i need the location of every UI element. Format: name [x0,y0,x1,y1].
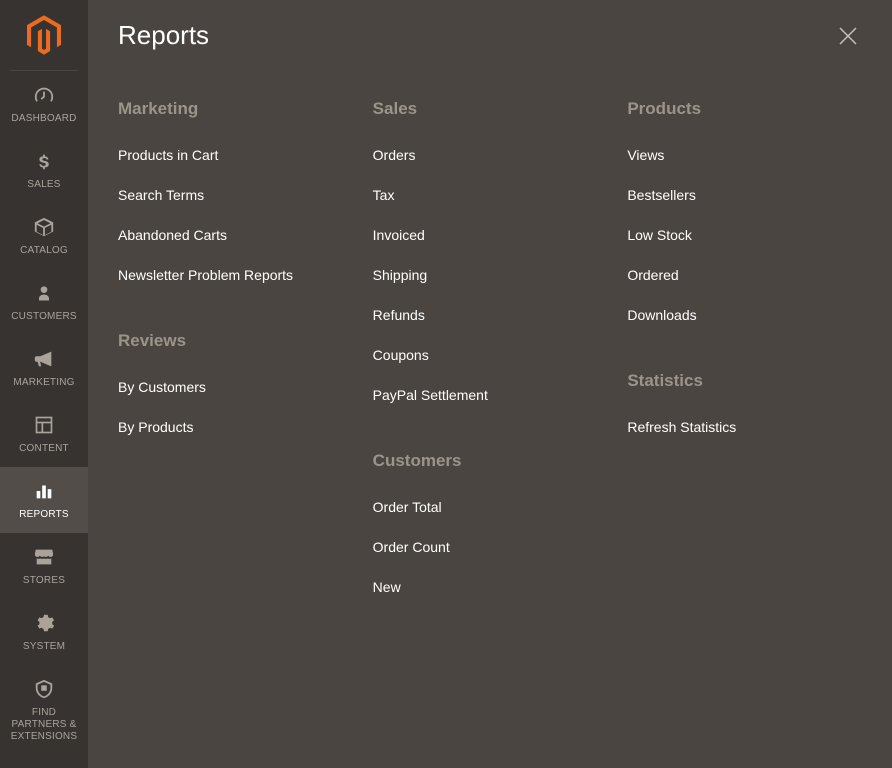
sidebar-item-partners[interactable]: FIND PARTNERS & EXTENSIONS [0,665,88,755]
megaphone-icon [32,347,56,371]
link-new[interactable]: New [373,579,608,595]
sidebar-item-catalog[interactable]: CATALOG [0,203,88,269]
link-downloads[interactable]: Downloads [627,307,862,323]
sidebar-label: CUSTOMERS [7,311,81,323]
magento-logo-icon [27,15,61,55]
gear-icon [32,611,56,635]
link-low-stock[interactable]: Low Stock [627,227,862,243]
link-paypal-settlement[interactable]: PayPal Settlement [373,387,608,403]
sidebar-label: SALES [23,179,64,191]
sidebar-label: FIND PARTNERS & EXTENSIONS [0,707,88,743]
link-refresh-statistics[interactable]: Refresh Statistics [627,419,862,435]
section-customers: Customers Order Total Order Count New [373,451,608,595]
panel-column-3: Products Views Bestsellers Low Stock Ord… [627,99,862,619]
dollar-icon [32,149,56,173]
link-orders[interactable]: Orders [373,147,608,163]
close-icon [839,27,857,45]
sidebar-label: MARKETING [9,377,78,389]
panel-column-1: Marketing Products in Cart Search Terms … [118,99,353,619]
link-by-products[interactable]: By Products [118,419,353,435]
puzzle-icon [32,677,56,701]
section-heading: Sales [373,99,608,119]
sidebar-label: CONTENT [15,443,73,455]
link-ordered[interactable]: Ordered [627,267,862,283]
link-bestsellers[interactable]: Bestsellers [627,187,862,203]
sidebar-item-stores[interactable]: STORES [0,533,88,599]
person-icon [32,281,56,305]
section-heading: Products [627,99,862,119]
bar-chart-icon [32,479,56,503]
panel-title: Reports [118,20,209,51]
sidebar-item-marketing[interactable]: MARKETING [0,335,88,401]
sidebar-label: STORES [19,575,69,587]
sidebar-item-content[interactable]: CONTENT [0,401,88,467]
section-reviews: Reviews By Customers By Products [118,331,353,435]
storefront-icon [32,545,56,569]
section-sales: Sales Orders Tax Invoiced Shipping Refun… [373,99,608,403]
link-shipping[interactable]: Shipping [373,267,608,283]
link-order-count[interactable]: Order Count [373,539,608,555]
link-tax[interactable]: Tax [373,187,608,203]
panel-header: Reports [88,0,892,69]
panel-columns: Marketing Products in Cart Search Terms … [88,69,892,619]
sidebar-label: REPORTS [15,509,73,521]
link-search-terms[interactable]: Search Terms [118,187,353,203]
sidebar-item-reports[interactable]: REPORTS [0,467,88,533]
reports-panel: Reports Marketing Products in Cart Searc… [88,0,892,768]
box-icon [32,215,56,239]
gauge-icon [32,83,56,107]
sidebar-item-system[interactable]: SYSTEM [0,599,88,665]
link-refunds[interactable]: Refunds [373,307,608,323]
section-heading: Customers [373,451,608,471]
magento-logo[interactable] [0,0,88,70]
link-abandoned-carts[interactable]: Abandoned Carts [118,227,353,243]
link-coupons[interactable]: Coupons [373,347,608,363]
section-statistics: Statistics Refresh Statistics [627,371,862,435]
sidebar-item-dashboard[interactable]: DASHBOARD [0,71,88,137]
sidebar-label: SYSTEM [19,641,69,653]
link-by-customers[interactable]: By Customers [118,379,353,395]
layout-icon [32,413,56,437]
link-order-total[interactable]: Order Total [373,499,608,515]
link-products-in-cart[interactable]: Products in Cart [118,147,353,163]
section-heading: Reviews [118,331,353,351]
sidebar-label: CATALOG [16,245,72,257]
sidebar-item-sales[interactable]: SALES [0,137,88,203]
link-views[interactable]: Views [627,147,862,163]
sidebar-label: DASHBOARD [7,113,80,125]
section-heading: Statistics [627,371,862,391]
sidebar-item-customers[interactable]: CUSTOMERS [0,269,88,335]
section-products: Products Views Bestsellers Low Stock Ord… [627,99,862,323]
panel-column-2: Sales Orders Tax Invoiced Shipping Refun… [373,99,608,619]
link-invoiced[interactable]: Invoiced [373,227,608,243]
sidebar: DASHBOARD SALES CATALOG CUSTOMERS MARKET… [0,0,88,768]
section-heading: Marketing [118,99,353,119]
link-newsletter-problem-reports[interactable]: Newsletter Problem Reports [118,267,353,283]
close-button[interactable] [834,22,862,50]
section-marketing: Marketing Products in Cart Search Terms … [118,99,353,283]
